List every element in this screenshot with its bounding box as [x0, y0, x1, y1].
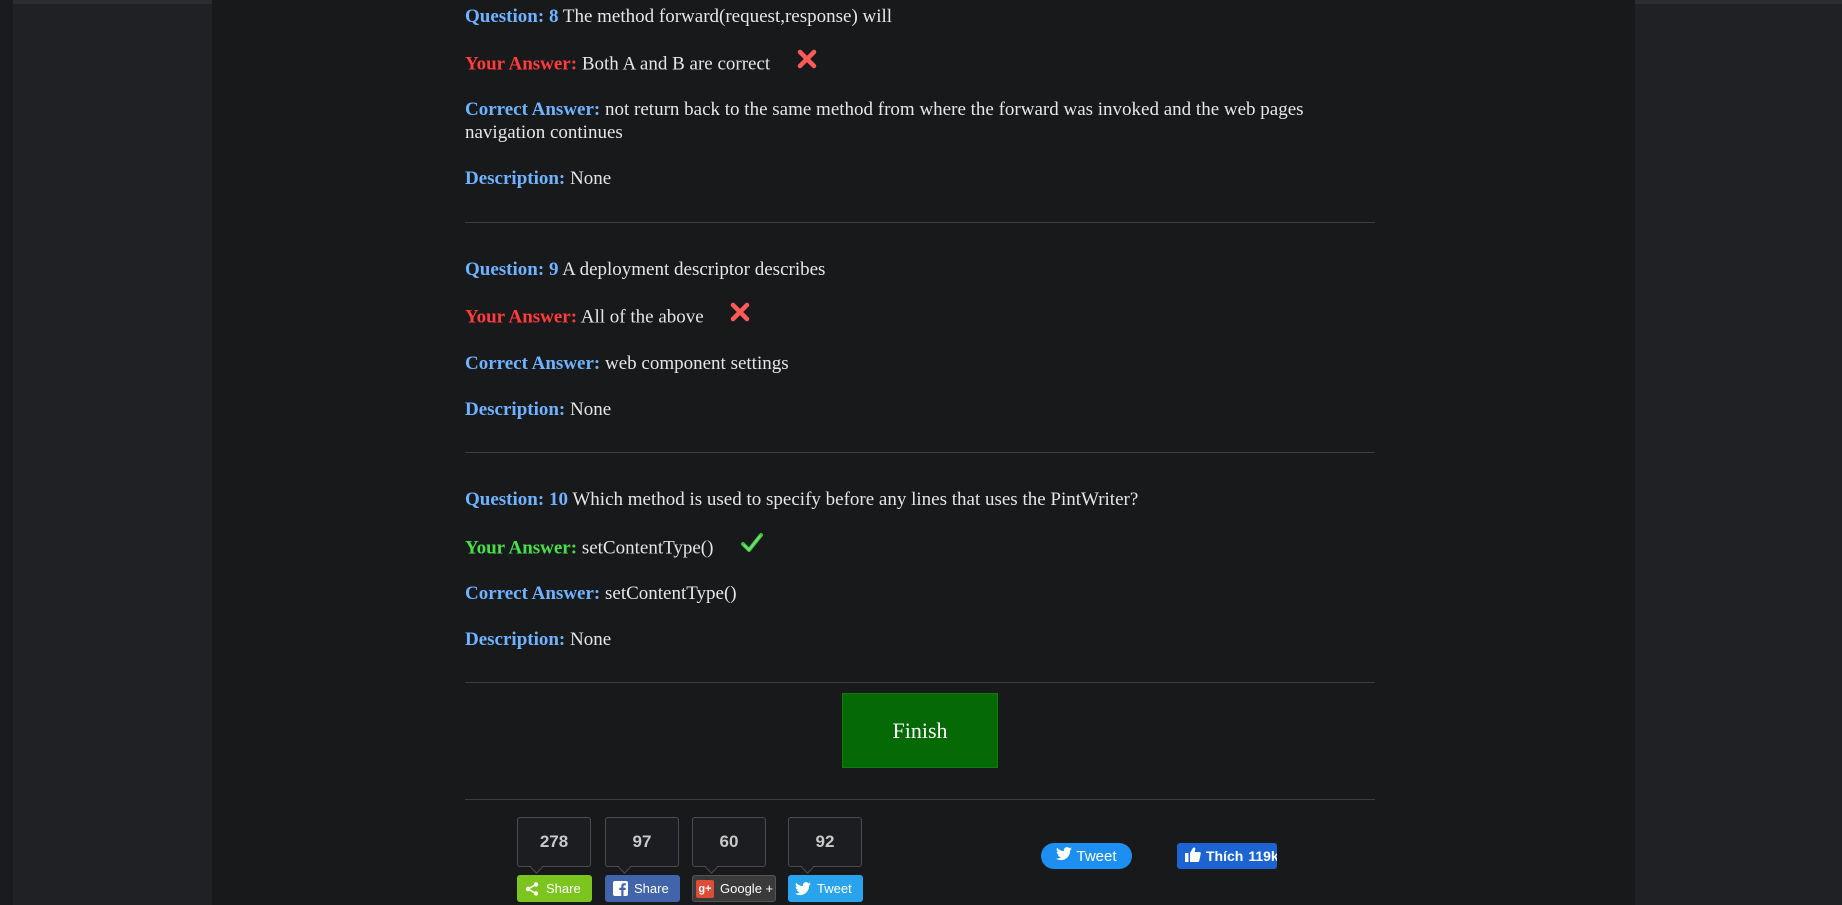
like-label: Thích	[1206, 848, 1244, 864]
description-label: Description:	[465, 399, 566, 420]
correct-answer-row: Correct Answer: setContentType()	[465, 582, 737, 605]
correct-answer-label: Correct Answer:	[465, 353, 601, 374]
correct-answer-row: Correct Answer: not return back to the s…	[465, 98, 1385, 144]
like-count: 119k	[1248, 848, 1277, 864]
description-row: Description: None	[465, 167, 611, 190]
divider	[465, 799, 1375, 800]
your-answer-row: Your Answer: setContentType()	[465, 532, 764, 563]
share-icon	[524, 881, 540, 897]
facebook-share-count: 97	[605, 817, 679, 867]
twitter-share-button[interactable]: Tweet	[788, 875, 863, 902]
tweet-button[interactable]: Tweet	[1041, 843, 1132, 869]
divider	[465, 222, 1375, 223]
question-row: Question: 9 A deployment descriptor desc…	[465, 258, 825, 281]
your-answer-value: setContentType()	[581, 537, 714, 559]
facebook-share-label: Share	[634, 881, 669, 896]
share-button-label: Share	[546, 881, 581, 896]
google-plus-icon: g+	[696, 879, 714, 898]
description-row: Description: None	[465, 628, 611, 651]
your-answer-label: Your Answer:	[465, 53, 578, 75]
share-count: 278	[517, 817, 591, 867]
tweet-label: Tweet	[1076, 847, 1117, 865]
twitter-icon	[795, 881, 811, 897]
description-value: None	[570, 168, 612, 189]
facebook-like-button[interactable]: Thích 119k	[1177, 843, 1277, 869]
your-answer-value: All of the above	[580, 306, 704, 328]
twitter-bird-icon	[1056, 847, 1073, 865]
finish-button[interactable]: Finish	[842, 693, 998, 768]
correct-answer-label: Correct Answer:	[465, 99, 601, 120]
facebook-share-button[interactable]: Share	[605, 875, 680, 902]
correct-answer-row: Correct Answer: web component settings	[465, 352, 789, 375]
thumbs-up-icon	[1185, 847, 1201, 865]
divider	[465, 452, 1375, 453]
page-left-margin	[0, 0, 13, 905]
your-answer-row: Your Answer: Both A and B are correct	[465, 49, 817, 78]
google-plus-share-button[interactable]: g+ Google +	[692, 875, 776, 902]
correct-answer-label: Correct Answer:	[465, 583, 601, 604]
description-value: None	[570, 629, 612, 650]
google-plus-share-count: 60	[692, 817, 766, 867]
correct-answer-value: setContentType()	[605, 583, 737, 604]
twitter-share-count: 92	[788, 817, 862, 867]
google-plus-share-label: Google +	[720, 881, 774, 896]
your-answer-row: Your Answer: All of the above	[465, 302, 750, 331]
question-row: Question: 8 The method forward(request,r…	[465, 5, 892, 28]
your-answer-label: Your Answer:	[465, 306, 578, 328]
your-answer-value: Both A and B are correct	[581, 53, 771, 75]
question-text: A deployment descriptor describes	[562, 259, 826, 280]
your-answer-label: Your Answer:	[465, 537, 578, 559]
description-label: Description:	[465, 168, 566, 189]
share-button[interactable]: Share	[517, 875, 592, 902]
question-row: Question: 10 Which method is used to spe…	[465, 488, 1138, 511]
question-label: Question: 10	[465, 489, 568, 510]
twitter-share-label: Tweet	[817, 881, 852, 896]
wrong-cross-icon	[730, 302, 750, 328]
question-text: The method forward(request,response) wil…	[562, 6, 893, 27]
question-text: Which method is used to specify before a…	[572, 489, 1139, 510]
question-label: Question: 9	[465, 259, 559, 280]
question-label: Question: 8	[465, 6, 559, 27]
description-row: Description: None	[465, 398, 611, 421]
description-value: None	[570, 399, 612, 420]
wrong-cross-icon	[797, 49, 817, 75]
facebook-icon	[612, 881, 628, 897]
correct-answer-value: web component settings	[605, 353, 789, 374]
correct-check-icon	[740, 532, 764, 560]
divider	[465, 682, 1375, 683]
description-label: Description:	[465, 629, 566, 650]
